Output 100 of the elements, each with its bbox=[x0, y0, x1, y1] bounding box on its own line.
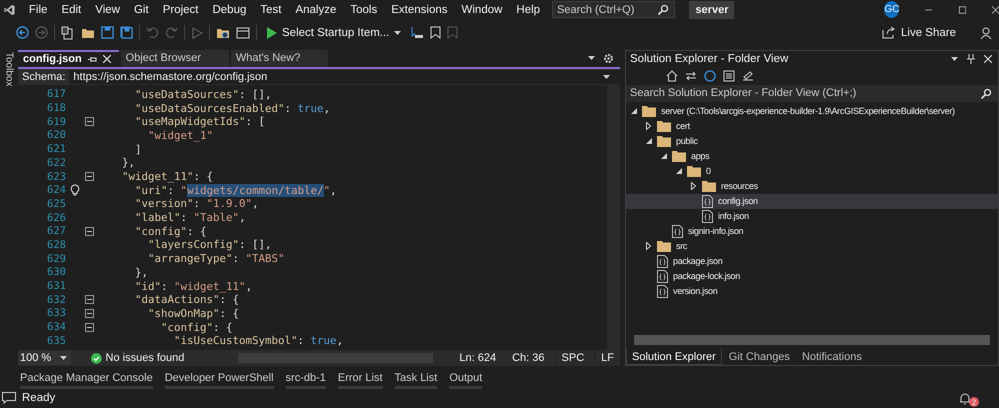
save-icon[interactable] bbox=[101, 26, 114, 40]
line-number: 617 bbox=[46, 88, 67, 100]
collapse-icon[interactable] bbox=[84, 308, 94, 318]
collapse-icon[interactable] bbox=[84, 117, 94, 126]
tree-item[interactable]: src bbox=[626, 238, 998, 254]
tool-window-tab[interactable]: Task List bbox=[394, 372, 438, 390]
home-icon[interactable] bbox=[666, 70, 678, 82]
search-field[interactable]: Search (Ctrl+Q) bbox=[552, 1, 676, 18]
code-line: "layersConfig": [], bbox=[148, 238, 272, 252]
menu-item[interactable]: File bbox=[22, 4, 54, 16]
status-text: Ready bbox=[22, 392, 56, 404]
notification-count: 2 bbox=[969, 397, 979, 408]
play-outline-icon[interactable] bbox=[191, 26, 203, 39]
cursor-icon[interactable] bbox=[410, 26, 424, 40]
tree-item[interactable]: package-lock.json bbox=[626, 268, 998, 284]
tree-item[interactable]: 0 bbox=[626, 164, 998, 179]
collapse-icon[interactable] bbox=[84, 226, 94, 236]
horizontal-scrollbar[interactable] bbox=[634, 335, 990, 346]
json-file-icon bbox=[657, 254, 668, 268]
code-line: "useMapWidgetIds": [ bbox=[135, 115, 266, 128]
line-indicator[interactable]: Ln: 624 bbox=[453, 352, 502, 364]
collapse-icon[interactable] bbox=[84, 172, 94, 181]
folder-icon bbox=[642, 106, 656, 117]
panel-tab[interactable]: Solution Explorer bbox=[626, 349, 722, 366]
caret-icon[interactable] bbox=[588, 56, 595, 60]
collapsed-arrow-icon bbox=[646, 122, 651, 130]
pin-icon[interactable] bbox=[967, 54, 975, 64]
schema-dropdown[interactable]: https://json.schemastore.org/config.json bbox=[69, 70, 620, 84]
notification-button[interactable] bbox=[959, 392, 971, 405]
tree-item[interactable]: server (C:\Tools\arcgis-experience-builder-1.9\ArcGISExperienceBuilder\server) bbox=[626, 104, 998, 119]
settings-icon[interactable] bbox=[603, 52, 614, 64]
menu-item[interactable]: Git bbox=[126, 4, 156, 16]
window-icon[interactable] bbox=[236, 26, 250, 40]
menu-item[interactable]: Edit bbox=[54, 4, 88, 16]
search-field[interactable]: Search Solution Explorer - Folder View (Ctrl+;) bbox=[626, 84, 998, 102]
tree-item[interactable]: config.json bbox=[626, 194, 998, 209]
menu-item[interactable]: Analyze bbox=[288, 4, 344, 16]
sync-icon[interactable] bbox=[685, 70, 697, 82]
menu-item[interactable]: Extensions bbox=[384, 4, 455, 16]
close-icon[interactable] bbox=[992, 4, 999, 15]
tool-window-tab[interactable]: Developer PowerShell bbox=[164, 372, 274, 390]
code-line: "isUseCustomSymbol": true, bbox=[174, 334, 344, 348]
tool-window-tab[interactable]: Package Manager Console bbox=[20, 372, 153, 390]
refresh-icon[interactable] bbox=[704, 70, 716, 82]
menu-item[interactable]: Window bbox=[454, 4, 510, 16]
code-line: "useDataSourcesEnabled": true, bbox=[135, 102, 330, 115]
zoom-dropdown[interactable]: 100 % bbox=[18, 351, 71, 366]
tree-item[interactable]: resources bbox=[626, 178, 998, 194]
collapse-icon[interactable] bbox=[84, 322, 94, 332]
line-number: 627 bbox=[46, 225, 67, 238]
menu-item[interactable]: Project bbox=[156, 4, 206, 16]
column-indicator[interactable]: Ch: 36 bbox=[506, 352, 551, 364]
caret-icon bbox=[603, 74, 610, 79]
menu-item[interactable]: Test bbox=[253, 4, 288, 16]
line-ending-indicator[interactable]: LF bbox=[594, 352, 620, 364]
toolbox-tab[interactable]: Toolbox bbox=[4, 52, 14, 94]
close-icon[interactable] bbox=[102, 55, 111, 64]
tree-item[interactable]: public bbox=[626, 134, 998, 149]
tree-item[interactable]: package.json bbox=[626, 254, 998, 269]
json-file-icon bbox=[657, 270, 668, 283]
editor-tab[interactable]: What's New? bbox=[230, 50, 328, 67]
tool-window-tab[interactable]: src-db-1 bbox=[286, 372, 326, 390]
panel-tab[interactable]: Git Changes bbox=[724, 349, 795, 366]
collapse-icon[interactable] bbox=[84, 295, 94, 304]
menu-item[interactable]: Debug bbox=[205, 4, 254, 16]
caret-icon[interactable] bbox=[951, 56, 958, 61]
tree-item[interactable]: apps bbox=[626, 148, 998, 164]
folder-icon bbox=[657, 240, 671, 252]
editor-tab[interactable]: Object Browser bbox=[120, 50, 229, 67]
panel-tab[interactable]: Notifications bbox=[796, 349, 867, 366]
editor-tab[interactable]: config.json bbox=[18, 50, 119, 67]
close-icon[interactable] bbox=[984, 54, 992, 63]
maximize-icon[interactable] bbox=[958, 4, 966, 15]
start-button[interactable]: Select Startup Item... bbox=[263, 24, 404, 41]
tree-item[interactable]: cert bbox=[626, 118, 998, 134]
menu-item[interactable]: Tools bbox=[343, 4, 384, 16]
check-circle-icon bbox=[90, 352, 102, 364]
pin-icon[interactable] bbox=[88, 54, 97, 64]
indent-indicator[interactable]: SPC bbox=[554, 352, 590, 364]
menu-item[interactable]: Help bbox=[509, 4, 548, 16]
code-line: "version": "1.9.0", bbox=[135, 197, 259, 210]
expanded-arrow-icon bbox=[630, 108, 636, 114]
code-line: }, bbox=[135, 266, 148, 279]
expanded-arrow-icon bbox=[660, 153, 666, 160]
json-file-icon bbox=[702, 194, 713, 208]
live-share-button[interactable]: Live Share bbox=[879, 24, 959, 42]
tool-window-tab[interactable]: Output bbox=[449, 372, 482, 390]
line-number: 621 bbox=[46, 143, 67, 156]
tree-item[interactable]: version.json bbox=[626, 284, 998, 299]
code-line: "arrangeType": "TABS" bbox=[148, 252, 285, 266]
tree-item[interactable]: info.json bbox=[626, 208, 998, 224]
tree-item[interactable]: signin-info.json bbox=[626, 224, 998, 239]
tool-window-tab[interactable]: Error List bbox=[338, 372, 383, 390]
new-project-icon[interactable] bbox=[61, 26, 75, 40]
user-avatar[interactable]: GC bbox=[884, 1, 900, 18]
menu-item[interactable]: View bbox=[88, 4, 127, 16]
save-all-icon[interactable] bbox=[120, 26, 133, 40]
lightbulb-icon[interactable] bbox=[70, 184, 80, 196]
issues-status[interactable]: No issues found bbox=[106, 352, 184, 364]
folder-icon bbox=[672, 150, 686, 162]
